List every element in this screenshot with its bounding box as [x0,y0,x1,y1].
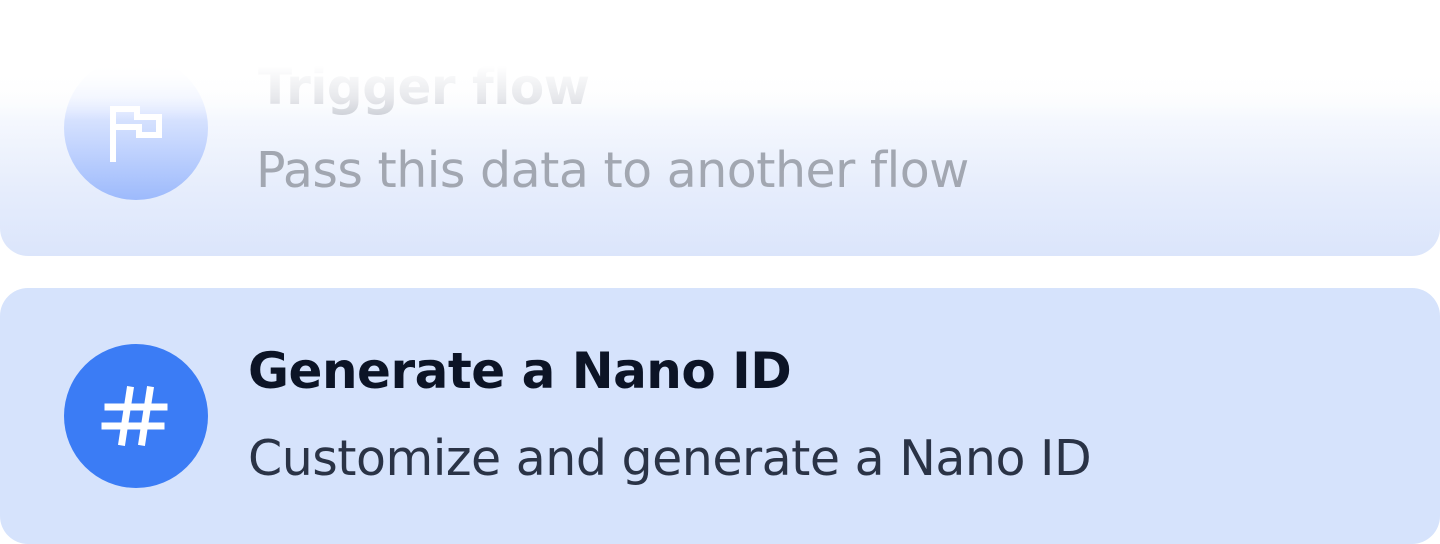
item-title: Generate a Nano ID [248,342,792,400]
hash-icon [101,386,168,446]
flag-icon [110,106,162,162]
icon-badge [64,56,208,200]
icon-badge [64,344,208,488]
item-description: Pass this data to another flow [256,142,969,199]
list-item-trigger-flow[interactable]: Trigger flow Pass this data to another f… [0,0,1440,256]
action-list: Trigger flow Pass this data to another f… [0,0,1440,544]
list-item-generate-nano-id[interactable]: Generate a Nano ID Customize and generat… [0,288,1440,544]
item-description: Customize and generate a Nano ID [248,430,1092,487]
item-title: Trigger flow [258,58,590,116]
